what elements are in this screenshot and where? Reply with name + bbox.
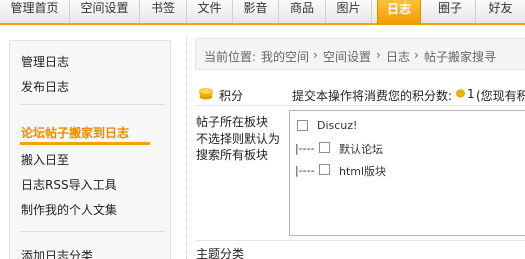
tab-admin-home[interactable]: 管理首页 <box>0 0 70 23</box>
sidebar-item-import-blog[interactable]: 搬入日至 <box>21 151 69 169</box>
sidebar-item-forum-move[interactable]: 论坛帖子搬家到日志 <box>21 124 129 142</box>
coin-icon <box>456 89 465 98</box>
breadcrumb-item-current: 帖子搬家搜寻 <box>424 50 497 64</box>
points-cost: 1 <box>467 87 475 101</box>
tree-prefix: |---- <box>295 142 315 155</box>
sidebar-divider <box>20 231 165 232</box>
points-suffix: (您现有积 <box>476 89 525 103</box>
breadcrumb-item-space-settings[interactable]: 空间设置 <box>323 48 371 65</box>
sidebar-divider <box>20 104 165 105</box>
sidebar-item-post-blog[interactable]: 发布日志 <box>21 78 69 96</box>
sidebar-active-underline <box>20 142 150 145</box>
board-option-label: 默认论坛 <box>339 143 383 156</box>
breadcrumb-separator: › <box>313 48 318 62</box>
top-nav: 管理首页 空间设置 书签 文件 影音 商品 图片 日志 圈子 好友 <box>0 0 525 25</box>
board-label-hint: 不选择则默认为 <box>196 132 281 146</box>
points-notice: 提交本操作将消费您的积分数: <box>292 89 453 103</box>
board-checkbox-default-forum[interactable] <box>319 142 330 153</box>
tab-friends[interactable]: 好友 <box>476 0 525 23</box>
row-divider <box>195 240 525 241</box>
tab-bookmarks[interactable]: 书签 <box>140 0 187 23</box>
content-divider <box>186 36 187 259</box>
sidebar-item-rss-import[interactable]: 日志RSS导入工具 <box>21 176 117 194</box>
board-select-box[interactable]: Discuz! |---- 默认论坛 |---- html版块 <box>289 110 525 236</box>
breadcrumb-separator: › <box>414 48 419 62</box>
row-divider <box>195 105 525 106</box>
board-checkbox-discuz[interactable] <box>297 120 308 131</box>
breadcrumb-item-blog[interactable]: 日志 <box>386 48 410 65</box>
board-label-hint: 搜索所有板块 <box>196 148 269 162</box>
tab-circles[interactable]: 圈子 <box>425 0 476 23</box>
sidebar-item-add-category[interactable]: 添加日志分类 <box>21 247 93 259</box>
board-checkbox-html[interactable] <box>319 164 330 175</box>
tab-files[interactable]: 文件 <box>187 0 233 23</box>
board-option-label: Discuz! <box>317 119 358 132</box>
breadcrumb-prefix: 当前位置: <box>204 50 257 64</box>
sidebar-item-manage-blog[interactable]: 管理日志 <box>21 53 69 71</box>
board-label-title: 帖子所在板块 <box>196 115 269 129</box>
sidebar-item-make-collection[interactable]: 制作我的个人文集 <box>21 201 117 219</box>
tab-space-settings[interactable]: 空间设置 <box>70 0 140 23</box>
tab-media[interactable]: 影音 <box>233 0 279 23</box>
tree-prefix: |---- <box>295 164 315 177</box>
topic-category-label: 主题分类 <box>196 247 245 259</box>
breadcrumb-separator: › <box>376 48 381 62</box>
breadcrumb-item-my-space[interactable]: 我的空间 <box>261 48 309 65</box>
tab-blog[interactable]: 日志 <box>377 0 421 25</box>
board-option-label: html版块 <box>339 165 387 178</box>
sidebar: 管理日志 发布日志 论坛帖子搬家到日志 搬入日至 日志RSS导入工具 制作我的个… <box>9 40 171 259</box>
breadcrumb: 当前位置: 我的空间 › 空间设置 › 日志 › 帖子搬家搜寻 <box>195 38 525 70</box>
tab-photos[interactable]: 图片 <box>326 0 372 23</box>
coin-icon <box>199 88 213 100</box>
tab-goods[interactable]: 商品 <box>279 0 326 23</box>
points-label: 积分 <box>219 89 244 103</box>
